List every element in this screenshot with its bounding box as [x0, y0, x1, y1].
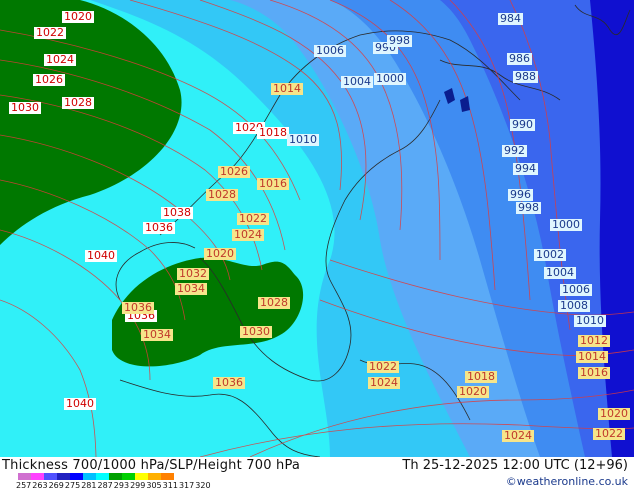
map-canvas: [0, 0, 634, 457]
pressure-label: 1004: [341, 75, 373, 88]
pressure-label: 1022: [367, 360, 399, 373]
scale-tick-label: 257: [16, 481, 32, 490]
scale-tick-label: 293: [113, 481, 130, 490]
pressure-label: 992: [502, 144, 527, 157]
scale-tick-label: 269: [48, 481, 64, 490]
pressure-label: 1008: [558, 299, 590, 312]
pressure-label: 1010: [574, 314, 606, 327]
pressure-label: 1018: [465, 370, 497, 383]
pressure-label: 1022: [34, 26, 66, 39]
color-scale-bar: [18, 473, 174, 480]
map-title: Thickness 700/1000 hPa/SLP/Height 700 hP…: [2, 458, 301, 473]
scale-swatch: [57, 473, 70, 480]
pressure-label: 986: [507, 52, 532, 65]
pressure-label: 1000: [550, 218, 582, 231]
scale-swatch: [135, 473, 148, 480]
scale-swatch: [161, 473, 174, 480]
pressure-label: 994: [513, 162, 538, 175]
pressure-label: 1024: [368, 376, 400, 389]
pressure-label: 998: [387, 34, 412, 47]
pressure-label: 1036: [143, 221, 175, 234]
pressure-label: 1022: [237, 212, 269, 225]
pressure-label: 1024: [232, 228, 264, 241]
pressure-label: 1024: [44, 53, 76, 66]
pressure-label: 1006: [560, 283, 592, 296]
pressure-label: 1030: [240, 325, 272, 338]
pressure-label: 1032: [177, 267, 209, 280]
pressure-label: 988: [513, 70, 538, 83]
pressure-label: 1038: [161, 206, 193, 219]
credit-link[interactable]: ©weatheronline.co.uk: [506, 475, 628, 488]
scale-tick-label: 287: [97, 481, 113, 490]
pressure-label: 1030: [9, 101, 41, 114]
pressure-label: 1018: [257, 126, 289, 139]
scale-tick-label: 320: [195, 481, 211, 490]
scale-swatch: [70, 473, 83, 480]
scale-tick-label: 263: [32, 481, 48, 490]
valid-time: Th 25-12-2025 12:00 UTC (12+96): [402, 458, 628, 473]
scale-tick-label: 281: [81, 481, 97, 490]
pressure-label: 1014: [576, 350, 608, 363]
pressure-label: 1026: [218, 165, 250, 178]
pressure-label: 1036: [122, 301, 154, 314]
pressure-label: 1002: [534, 248, 566, 261]
pressure-label: 1004: [544, 266, 576, 279]
scale-swatch: [31, 473, 44, 480]
pressure-label: 996: [508, 188, 533, 201]
pressure-label: 1012: [578, 334, 610, 347]
pressure-label: 1000: [374, 72, 406, 85]
pressure-label: 1024: [502, 429, 534, 442]
map-footer: Thickness 700/1000 hPa/SLP/Height 700 hP…: [0, 457, 634, 490]
scale-tick-label: 317: [178, 481, 195, 490]
pressure-label: 1026: [33, 73, 65, 86]
pressure-label: 1028: [258, 296, 290, 309]
pressure-label: 1034: [141, 328, 173, 341]
scale-swatch: [96, 473, 109, 480]
pressure-label: 1020: [457, 385, 489, 398]
pressure-label: 1020: [62, 10, 94, 23]
pressure-label: 1022: [593, 427, 625, 440]
scale-tick-label: 299: [130, 481, 146, 490]
weather-map: 1020 1022 1024 1026 1028 1030 1040 1040 …: [0, 0, 634, 457]
color-scale-ticks: 257 263 269 275 281 287 293 299 305 311 317 320: [16, 481, 212, 490]
pressure-label: 1028: [62, 96, 94, 109]
pressure-label: 1034: [175, 282, 207, 295]
pressure-label: 984: [498, 12, 523, 25]
scale-swatch: [18, 473, 31, 480]
pressure-label: 1016: [257, 177, 289, 190]
pressure-label: 1028: [206, 188, 238, 201]
scale-tick-label: 275: [64, 481, 81, 490]
scale-swatch: [109, 473, 122, 480]
pressure-label: 1010: [287, 133, 319, 146]
pressure-label: 1036: [213, 376, 245, 389]
pressure-label: 1020: [598, 407, 630, 420]
pressure-label: 998: [516, 201, 541, 214]
pressure-label: 1040: [85, 249, 117, 262]
pressure-label: 1016: [578, 366, 610, 379]
pressure-label: 1014: [271, 82, 303, 95]
scale-swatch: [44, 473, 57, 480]
pressure-label: 1020: [204, 247, 236, 260]
scale-swatch: [83, 473, 96, 480]
pressure-label: 990: [510, 118, 535, 131]
pressure-label: 1006: [314, 44, 346, 57]
scale-tick-label: 311: [162, 481, 178, 490]
scale-swatch: [148, 473, 161, 480]
pressure-label: 1040: [64, 397, 96, 410]
scale-tick-label: 305: [146, 481, 162, 490]
scale-swatch: [122, 473, 135, 480]
